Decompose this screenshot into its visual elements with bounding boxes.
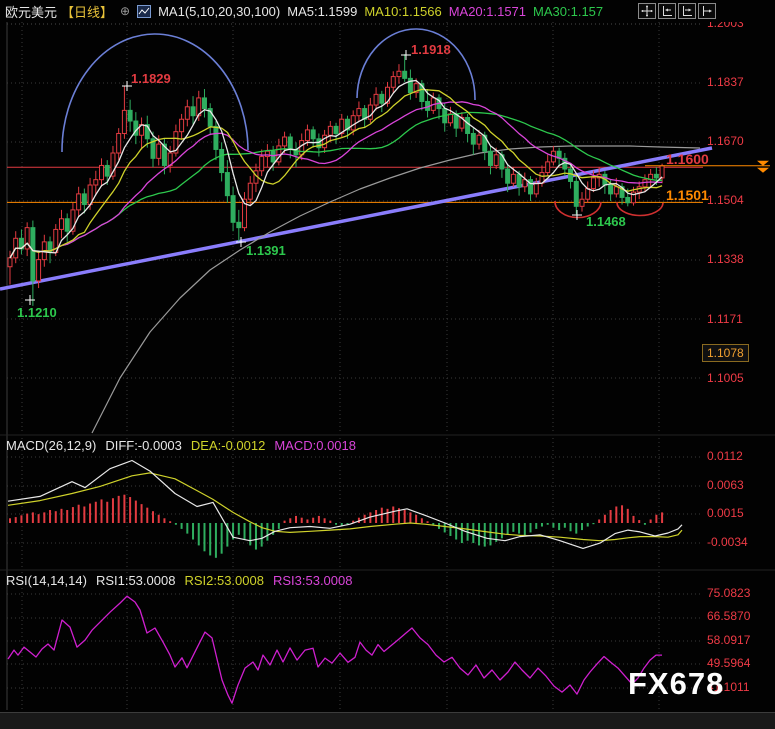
macd-value: MACD:0.0018 (274, 438, 356, 453)
main-chart-pane[interactable] (0, 22, 775, 433)
trading-chart-window: 欧元美元 【日线】 ⊕ MA1(5,10,20,30,100) MA5:1.15… (0, 0, 775, 729)
period-label: 【日线】 (61, 2, 113, 21)
ma5-value: MA5:1.1599 (287, 4, 357, 19)
macd-dea-value: DEA:-0.0012 (191, 438, 265, 453)
x-axis-bar (0, 712, 775, 729)
expand-axis-icon[interactable] (678, 3, 696, 19)
macd-header: MACD(26,12,9) DIFF:-0.0003 DEA:-0.0012 M… (6, 438, 356, 453)
chart-toolbar (638, 3, 716, 19)
add-indicator-icon[interactable]: ⊕ (120, 4, 130, 18)
rsi1-value: RSI1:53.0008 (96, 573, 176, 588)
compress-axis-icon[interactable] (658, 3, 676, 19)
chart-type-icon[interactable] (137, 5, 151, 18)
ma10-value: MA10:1.1566 (364, 4, 441, 19)
rsi-header: RSI(14,14,14) RSI1:53.0008 RSI2:53.0008 … (6, 573, 352, 588)
move-tool-icon[interactable] (638, 3, 656, 19)
macd-params: MACD(26,12,9) (6, 438, 96, 453)
rsi2-value: RSI2:53.0008 (184, 573, 264, 588)
macd-pane[interactable] (0, 435, 775, 568)
watermark: FX678 (628, 666, 724, 702)
ma20-value: MA20:1.1571 (449, 4, 526, 19)
shift-right-icon[interactable] (698, 3, 716, 19)
rsi-params: RSI(14,14,14) (6, 573, 87, 588)
macd-diff-value: DIFF:-0.0003 (105, 438, 182, 453)
ma-settings-label: MA1(5,10,20,30,100) (158, 4, 280, 19)
ma30-value: MA30:1.157 (533, 4, 603, 19)
symbol-title: 欧元美元 (5, 2, 57, 21)
rsi3-value: RSI3:53.0008 (273, 573, 353, 588)
